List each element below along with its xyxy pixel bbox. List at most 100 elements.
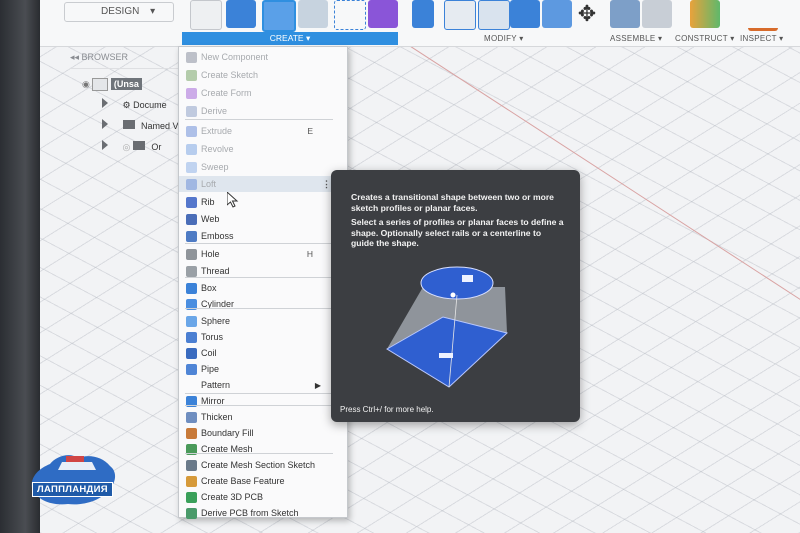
- derive-icon[interactable]: [368, 0, 398, 28]
- menu-item-sweep[interactable]: Sweep: [179, 159, 345, 175]
- menu-item-create-mesh-section-sketch[interactable]: Create Mesh Section Sketch: [179, 457, 345, 473]
- new-component-icon[interactable]: [610, 0, 640, 28]
- menu-item-label: Create Mesh Section Sketch: [201, 460, 316, 470]
- menu-item-thicken[interactable]: Thicken: [179, 409, 345, 425]
- tab-inspect[interactable]: INSPECT ▾: [740, 34, 783, 43]
- menu-item-extrude[interactable]: Extrude E: [179, 123, 345, 139]
- folder-icon: [132, 141, 145, 150]
- menu-item-label: Derive: [201, 106, 228, 116]
- web-icon: [186, 213, 197, 225]
- menu-item-mirror[interactable]: Mirror: [179, 393, 345, 409]
- menu-item-label: Thread: [201, 266, 230, 276]
- menu-separator: [185, 308, 333, 309]
- tooltip-detail: Select a series of profiles or planar fa…: [351, 217, 564, 248]
- thicken-icon: [186, 411, 197, 423]
- mesh-section-icon: [186, 459, 197, 471]
- expand-icon[interactable]: [102, 98, 108, 108]
- menu-item-rib[interactable]: Rib: [179, 194, 345, 210]
- menu-item-coil[interactable]: Coil: [179, 345, 345, 361]
- menu-item-emboss[interactable]: Emboss: [179, 228, 345, 244]
- press-pull-icon[interactable]: [412, 0, 434, 28]
- rib-icon: [186, 196, 197, 208]
- map-icon: [31, 455, 116, 505]
- revolve-icon[interactable]: [262, 0, 296, 32]
- menu-item-create-sketch[interactable]: Create Sketch: [179, 67, 345, 83]
- offset-plane-icon[interactable]: [690, 0, 720, 28]
- visibility-icon[interactable]: ◎: [123, 142, 133, 152]
- browser-item-root[interactable]: ◉ (Unsa: [82, 77, 142, 91]
- menu-item-create-3d-pcb[interactable]: Create 3D PCB: [179, 489, 345, 505]
- loft-illustration: [386, 266, 509, 388]
- tab-modify[interactable]: MODIFY ▾: [484, 34, 524, 43]
- menu-item-label: Create Base Feature: [201, 476, 285, 486]
- loft-icon: [186, 178, 197, 190]
- pcb-icon: [186, 491, 197, 503]
- menu-item-create-base-feature[interactable]: Create Base Feature: [179, 473, 345, 489]
- menu-item-hole[interactable]: Hole H: [179, 246, 345, 262]
- workspace-selector[interactable]: DESIGN ▾: [64, 2, 174, 22]
- joint-icon[interactable]: [642, 0, 672, 28]
- expand-icon[interactable]: [102, 119, 108, 129]
- menu-item-label: Revolve: [201, 144, 234, 154]
- new-sketch-icon[interactable]: [190, 0, 222, 30]
- loft-tooltip: Creates a transitional shape between two…: [331, 170, 580, 422]
- measure-icon[interactable]: [748, 0, 778, 31]
- menu-item-create-mesh[interactable]: Create Mesh: [179, 441, 345, 457]
- menu-item-label: Hole: [201, 249, 220, 259]
- visibility-icon[interactable]: ◉: [82, 79, 92, 89]
- tab-assemble[interactable]: ASSEMBLE ▾: [610, 34, 662, 43]
- tooltip-summary: Creates a transitional shape between two…: [351, 192, 554, 213]
- new-component-icon: [186, 51, 197, 63]
- menu-item-box[interactable]: Box: [179, 280, 345, 296]
- menu-item-web[interactable]: Web: [179, 211, 345, 227]
- menu-item-pipe[interactable]: Pipe: [179, 361, 345, 377]
- chevron-right-icon: ▶: [314, 380, 321, 390]
- menu-item-create-form[interactable]: Create Form: [179, 85, 345, 101]
- menu-item-loft[interactable]: Loft ⋮: [179, 176, 345, 192]
- tab-construct[interactable]: CONSTRUCT ▾: [675, 34, 735, 43]
- menu-item-shortcut: H: [306, 249, 313, 259]
- menu-item-label: Emboss: [201, 231, 234, 241]
- menu-item-label: Boundary Fill: [201, 428, 254, 438]
- menu-separator: [185, 453, 333, 454]
- menu-item-derive[interactable]: Derive: [179, 103, 345, 119]
- extrude-icon[interactable]: [226, 0, 256, 28]
- browser-title: BROWSER: [81, 52, 129, 62]
- fillet-icon[interactable]: [444, 0, 476, 30]
- menu-item-label: Web: [201, 214, 220, 224]
- more-options-icon[interactable]: ⋮: [322, 179, 331, 190]
- menu-item-boundary-fill[interactable]: Boundary Fill: [179, 425, 345, 441]
- form-icon[interactable]: [334, 0, 366, 30]
- menu-item-label: Pattern: [201, 380, 231, 390]
- toolbar: DESIGN ▾ ✥ CREATE ▾ MODIFY ▾ ASSEMBLE ▾ …: [40, 0, 800, 47]
- menu-item-label: Coil: [201, 348, 217, 358]
- move-icon[interactable]: ✥: [572, 0, 602, 28]
- menu-item-torus[interactable]: Torus: [179, 329, 345, 345]
- browser-item-label: Or: [151, 142, 162, 152]
- menu-item-new-component[interactable]: New Component: [179, 49, 345, 65]
- menu-item-label: Create 3D PCB: [201, 492, 264, 502]
- menu-separator: [185, 393, 333, 394]
- shell-icon[interactable]: [478, 0, 510, 30]
- menu-item-pattern[interactable]: Pattern ▶: [179, 377, 345, 393]
- pipe-icon: [186, 363, 197, 375]
- menu-item-revolve[interactable]: Revolve: [179, 141, 345, 157]
- hole-icon: [186, 248, 197, 260]
- browser-item-named-views[interactable]: Named V: [102, 119, 179, 131]
- hole-icon[interactable]: [298, 0, 328, 28]
- browser-item-origin[interactable]: ◎ Or: [102, 140, 161, 153]
- menu-item-sphere[interactable]: Sphere: [179, 313, 345, 329]
- logo-text: ЛАППЛАНДИЯ: [32, 482, 113, 497]
- expand-icon[interactable]: [102, 140, 108, 150]
- menu-item-label: Rib: [201, 197, 215, 207]
- derive-pcb-icon: [186, 507, 197, 519]
- menu-item-cylinder[interactable]: Cylinder: [179, 296, 345, 312]
- menu-item-shortcut: E: [307, 126, 313, 136]
- collapse-icon[interactable]: ◂◂: [70, 52, 82, 62]
- replace-face-icon[interactable]: [542, 0, 572, 28]
- tab-create[interactable]: CREATE ▾: [182, 32, 398, 45]
- combine-icon[interactable]: [510, 0, 540, 28]
- menu-item-derive-pcb-from-sketch[interactable]: Derive PCB from Sketch: [179, 505, 345, 521]
- menu-item-label: Box: [201, 283, 217, 293]
- browser-item-document-settings[interactable]: ⚙ Docume: [102, 98, 167, 111]
